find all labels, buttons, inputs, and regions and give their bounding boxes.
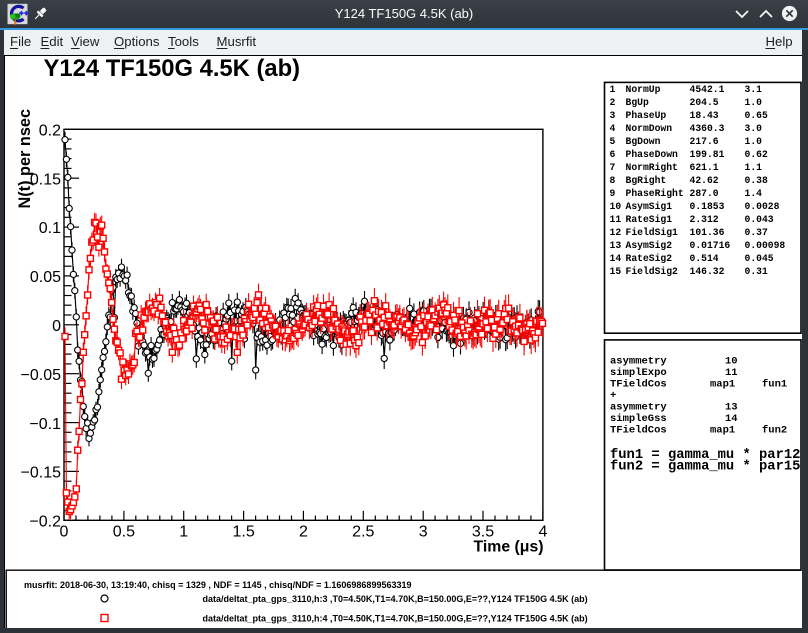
svg-text:3PhaseUp18.430.65: 3PhaseUp18.430.65 [610, 110, 768, 121]
svg-text:2.5: 2.5 [352, 524, 374, 541]
svg-text:data/deltat_pta_gps_3110,h:4 ,: data/deltat_pta_gps_3110,h:4 ,T0=4.50K,T… [203, 613, 588, 623]
svg-text:−0.05: −0.05 [21, 367, 62, 384]
svg-text:data/deltat_pta_gps_3110,h:3 ,: data/deltat_pta_gps_3110,h:3 ,T0=4.50K,T… [203, 594, 588, 604]
svg-text:0.5: 0.5 [113, 524, 135, 541]
svg-text:2: 2 [299, 524, 308, 541]
svg-text:14RateSig20.5140.045: 14RateSig20.5140.045 [610, 253, 774, 264]
svg-text:8BgRight42.620.38: 8BgRight42.620.38 [610, 175, 768, 186]
svg-text:Time (μs): Time (μs) [474, 539, 544, 556]
svg-text:musrfit: 2018-06-30, 13:19:40,: musrfit: 2018-06-30, 13:19:40, chisq = 1… [24, 580, 411, 590]
svg-text:−0.1: −0.1 [29, 416, 61, 433]
svg-text:1: 1 [179, 524, 188, 541]
svg-text:6PhaseDown199.810.62: 6PhaseDown199.810.62 [610, 149, 768, 160]
svg-text:+: + [610, 390, 616, 402]
svg-text:−0.2: −0.2 [29, 514, 61, 531]
svg-text:15FieldSig2146.320.31: 15FieldSig2146.320.31 [610, 266, 768, 277]
svg-text:0: 0 [52, 318, 61, 335]
svg-text:11RateSig12.3120.043: 11RateSig12.3120.043 [610, 214, 774, 225]
svg-text:0.15: 0.15 [30, 171, 61, 188]
svg-text:10AsymSig10.18530.0028: 10AsymSig10.18530.0028 [610, 201, 780, 212]
svg-text:fun2 = gamma_mu * par15: fun2 = gamma_mu * par15 [610, 459, 800, 475]
svg-text:N(t) per nsec: N(t) per nsec [16, 109, 34, 209]
svg-text:12FieldSig1101.360.37: 12FieldSig1101.360.37 [610, 227, 768, 238]
svg-text:−0.15: −0.15 [21, 465, 62, 482]
svg-text:Y124 TF150G 4.5K (ab): Y124 TF150G 4.5K (ab) [44, 55, 301, 82]
svg-text:3: 3 [419, 524, 428, 541]
svg-text:1.5: 1.5 [232, 524, 254, 541]
svg-text:0.2: 0.2 [39, 123, 61, 140]
svg-text:0.05: 0.05 [30, 269, 61, 286]
svg-text:13AsymSig20.017160.00098: 13AsymSig20.017160.00098 [610, 240, 786, 251]
svg-text:0.1: 0.1 [39, 220, 61, 237]
